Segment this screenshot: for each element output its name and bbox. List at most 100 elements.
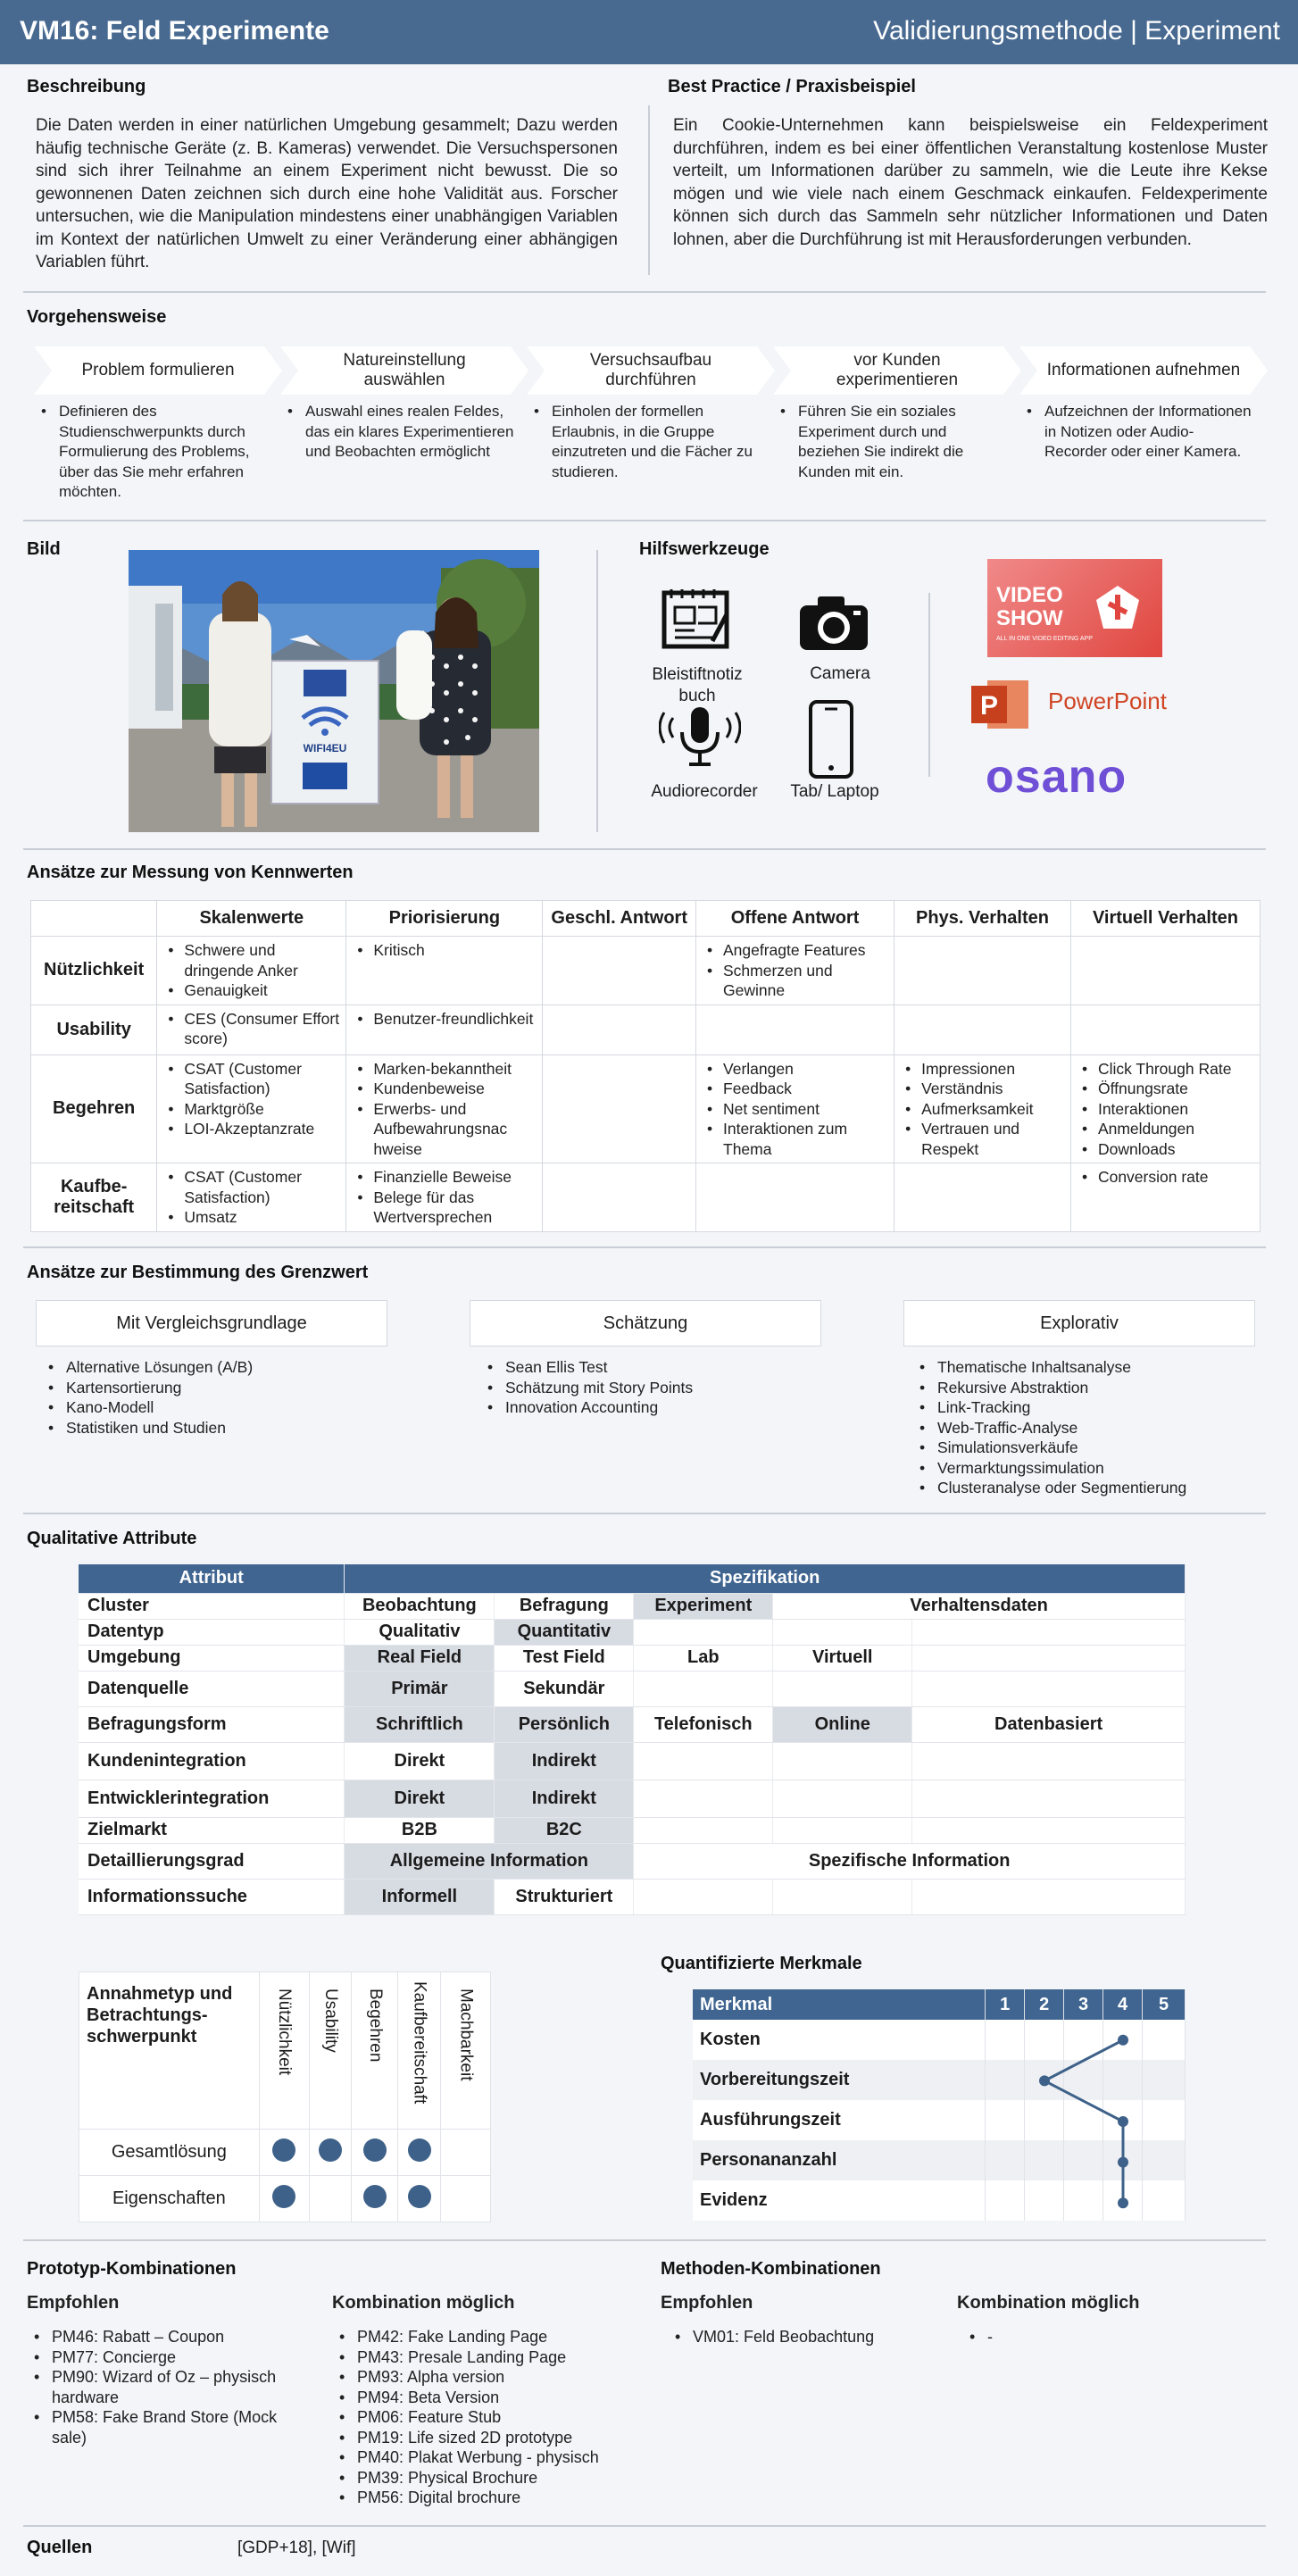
spec-cell	[633, 1879, 774, 1915]
microphone-icon	[658, 705, 742, 768]
camera-icon	[796, 593, 871, 652]
prototyp-heading: Prototyp-Kombinationen	[27, 2259, 237, 2279]
attr-label: Zielmarkt	[79, 1817, 345, 1844]
spec-cell-selected: Indirekt	[494, 1780, 635, 1818]
list-item: PM56: Digital brochure	[334, 2488, 637, 2508]
profile-point-1	[1118, 2034, 1128, 2046]
col-header-kaufbereitschaft: Kaufbereitschaft	[397, 1972, 442, 2130]
col-header-begehren: Begehren	[351, 1972, 399, 2130]
divider	[23, 2525, 1266, 2527]
table-cell	[695, 1163, 895, 1232]
empty-header-cell	[29, 900, 158, 937]
list-item: PM58: Fake Brand Store (Mock sale)	[29, 2407, 305, 2447]
col-header-spezifikation: Spezifikation	[344, 1564, 1186, 1594]
col-header: Geschl. Antwort	[542, 900, 696, 937]
spec-cell	[633, 1742, 774, 1780]
spec-cell	[772, 1742, 913, 1780]
spec-cell	[911, 1817, 1186, 1844]
dot-cell	[440, 2175, 491, 2222]
spec-cell: Verhaltensdaten	[772, 1593, 1186, 1620]
list-item: PM06: Feature Stub	[334, 2407, 637, 2428]
annahmetyp-title: Annahmetyp und Betrachtungs-schwerpunkt	[79, 1972, 260, 2130]
group-schaetzung-list: Sean Ellis TestSchätzung mit Story Point…	[482, 1357, 693, 1418]
quant-profile-line	[1039, 2034, 1128, 2209]
attr-label: Befragungsform	[79, 1706, 345, 1743]
table-cell: Click Through RateÖffnungsrateInteraktio…	[1069, 1054, 1261, 1163]
vorgehensweise-heading: Vorgehensweise	[27, 307, 167, 327]
list-item: PM93: Alpha version	[334, 2367, 637, 2388]
spec-cell: Telefonisch	[633, 1706, 774, 1743]
col-header: Phys. Verhalten	[894, 900, 1071, 937]
prototyp-empfohlen-title: Empfohlen	[27, 2293, 120, 2313]
table-cell: Conversion rate	[1069, 1163, 1261, 1232]
dot-cell	[397, 2175, 442, 2222]
divider	[596, 550, 598, 832]
divider	[648, 105, 650, 275]
attr-label: Entwicklerintegration	[79, 1780, 345, 1818]
col-header-usability: Usability	[308, 1972, 353, 2130]
filled-dot	[362, 2184, 387, 2208]
table-cell	[894, 1163, 1071, 1232]
tool-camera-label: Camera	[810, 664, 870, 683]
col-header: Priorisierung	[345, 900, 544, 937]
table-cell	[894, 936, 1071, 1005]
table-cell	[1069, 936, 1261, 1005]
table-cell: VerlangenFeedbackNet sentimentInteraktio…	[695, 1054, 895, 1163]
col-header: Skalenwerte	[156, 900, 347, 937]
spec-cell: Strukturiert	[494, 1879, 635, 1915]
page-title: VM16: Feld Experimente	[20, 16, 329, 46]
quellen-label: Quellen	[27, 2538, 93, 2557]
table-cell: Kritisch	[345, 936, 544, 1005]
spec-cell: Sekundär	[494, 1671, 635, 1707]
spec-cell	[911, 1742, 1186, 1780]
kennwerte-table: Skalenwerte Priorisierung Geschl. Antwor…	[29, 900, 1261, 1232]
table-cell	[542, 1054, 696, 1163]
best-practice-heading: Best Practice / Praxisbeispiel	[668, 77, 916, 96]
methoden-empfohlen-title: Empfohlen	[661, 2293, 753, 2313]
spec-cell-selected: Online	[772, 1706, 913, 1743]
field-experiment-photo: WIFI4EU	[129, 550, 539, 832]
table-cell	[542, 936, 696, 1005]
spec-cell	[633, 1619, 774, 1646]
spec-cell: Befragung	[494, 1593, 635, 1620]
spec-cell	[633, 1671, 774, 1707]
filled-dot	[407, 2138, 431, 2162]
dot-cell	[440, 2129, 491, 2176]
table-cell	[542, 1163, 696, 1232]
table-cell: Marken-bekanntheitKundenbeweiseErwerbs- …	[345, 1054, 544, 1163]
spec-cell: Spezifische Information	[633, 1843, 1186, 1880]
table-cell	[1069, 1004, 1261, 1055]
qualitative-heading: Qualitative Attribute	[27, 1529, 197, 1548]
spec-cell-selected: Persönlich	[494, 1706, 635, 1743]
quellen-value: [GDP+18], [Wif]	[237, 2538, 356, 2557]
spec-cell	[772, 1780, 913, 1818]
spec-cell: Direkt	[344, 1742, 495, 1780]
header-bar: VM16: Feld Experimente Validierungsmetho…	[0, 0, 1298, 64]
spec-cell-selected: Experiment	[633, 1593, 774, 1620]
beschreibung-text: Die Daten werden in einer natürlichen Um…	[36, 116, 618, 271]
table-cell: CSAT (Customer Satisfaction)Umsatz	[156, 1163, 347, 1232]
step-2-description: Auswahl eines realen Feldes, das ein kla…	[282, 402, 516, 463]
svg-text:WIFI4EU: WIFI4EU	[304, 742, 347, 754]
group-schaetzung-title: Schätzung	[470, 1300, 821, 1346]
spec-cell: Qualitativ	[344, 1619, 495, 1646]
filled-dot	[362, 2138, 387, 2162]
spec-cell	[772, 1671, 913, 1707]
step-2: Natureinstellung auswählen	[280, 346, 528, 395]
page-category: Validierungsmethode | Experiment	[873, 16, 1280, 46]
dot-cell	[258, 2175, 310, 2222]
table-cell: ImpressionenVerständnisAufmerksamkeitVer…	[894, 1054, 1071, 1163]
prototyp-kombi-list: PM42: Fake Landing PagePM43: Presale Lan…	[334, 2327, 637, 2508]
spec-cell-selected: Informell	[344, 1879, 495, 1915]
hilfswerkzeuge-heading: Hilfswerkzeuge	[639, 539, 770, 559]
table-cell	[695, 1004, 895, 1055]
methoden-kombi-title: Kombination möglich	[957, 2293, 1140, 2313]
divider	[23, 520, 1266, 521]
attr-label: Umgebung	[79, 1645, 345, 1671]
attr-label: Datenquelle	[79, 1671, 345, 1707]
row-label-gesamtloesung: Gesamtlösung	[79, 2129, 260, 2176]
divider	[23, 2239, 1266, 2241]
tool-audiorecorder-label: Audiorecorder	[651, 782, 758, 801]
quant-heading: Quantifizierte Merkmale	[661, 1954, 862, 1973]
profile-point-2	[1039, 2075, 1050, 2087]
